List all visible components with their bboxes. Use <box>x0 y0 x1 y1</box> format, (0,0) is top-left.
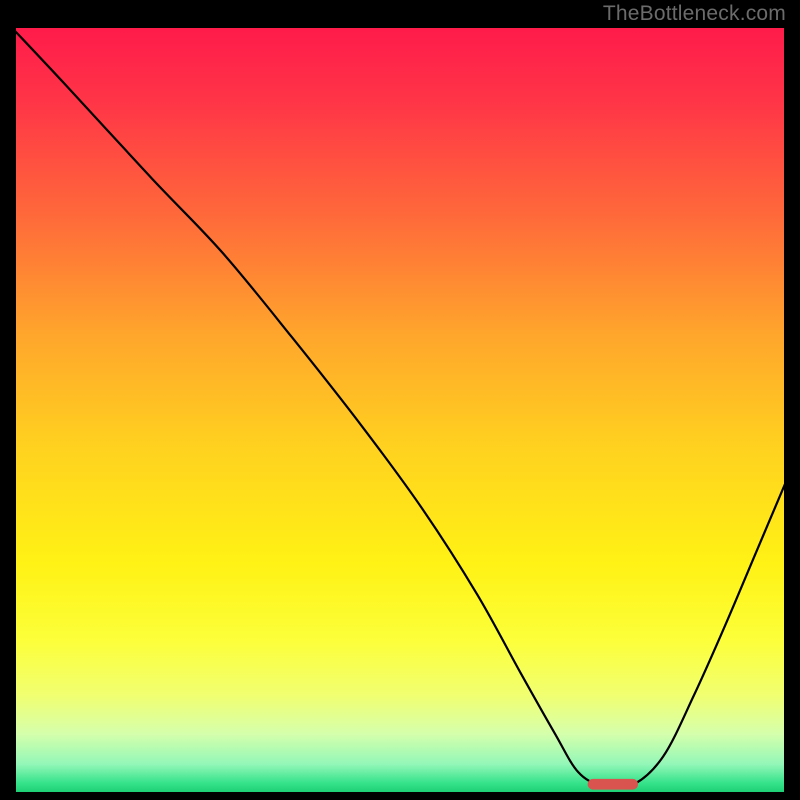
optimal-marker <box>588 779 638 790</box>
watermark-text: TheBottleneck.com <box>603 2 786 26</box>
chart-background-gradient <box>13 25 787 795</box>
bottleneck-chart <box>13 25 787 795</box>
chart-frame <box>13 25 787 795</box>
